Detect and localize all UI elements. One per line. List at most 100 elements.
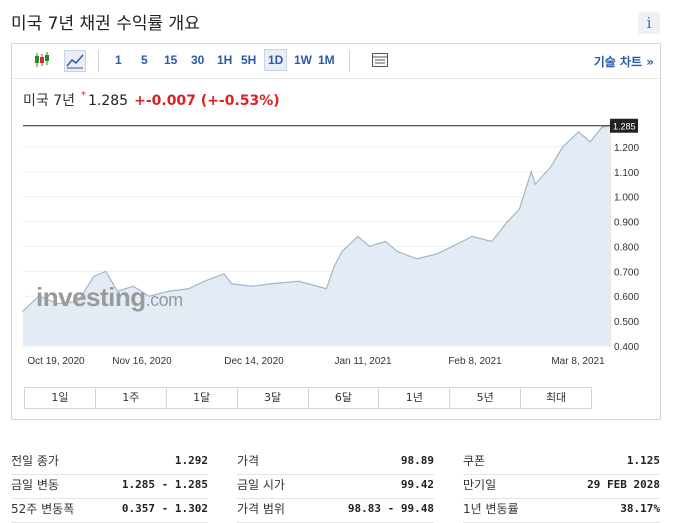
range-max[interactable]: 최대 — [521, 388, 591, 408]
data-point — [550, 166, 552, 168]
toolbar-divider — [98, 50, 99, 72]
stat-row: 금일 시가 99.42 — [237, 475, 434, 499]
stat-value: 99.42 — [400, 478, 434, 491]
star-icon: * — [81, 90, 86, 101]
stat-label: 쿠폰 — [463, 454, 486, 468]
technical-chart-link[interactable]: 기술 차트 » — [594, 53, 654, 70]
series-area — [23, 125, 610, 346]
data-point — [530, 171, 532, 173]
y-tick-label: 0.700 — [614, 267, 639, 278]
page-title: 미국 7년 채권 수익률 개요 — [11, 14, 200, 34]
data-point — [325, 288, 327, 290]
y-tick-label: 0.400 — [614, 342, 639, 353]
stats-column-1: 전일 종가 1.292 금일 변동 1.285 - 1.285 52주 변동폭 0.3… — [11, 451, 208, 523]
data-point — [187, 288, 190, 290]
data-point — [601, 126, 603, 128]
range-6-months[interactable]: 6달 — [309, 388, 380, 408]
y-tick-label: 1.000 — [614, 193, 639, 204]
last-price-label: 1.285 — [613, 122, 636, 132]
data-point — [231, 283, 233, 285]
x-tick-label: Oct 19, 2020 — [27, 356, 85, 367]
toolbar-divider — [349, 50, 350, 72]
x-tick-label: Nov 16, 2020 — [112, 356, 172, 367]
timeframe-5[interactable]: 5 — [141, 53, 148, 67]
y-tick-label: 1.100 — [614, 168, 639, 179]
stat-row: 만기일 29 FEB 2028 — [463, 475, 660, 499]
price-change: +-0.007 (+-0.53%) — [134, 93, 280, 109]
y-tick-label: 0.800 — [614, 242, 639, 253]
stat-value: 98.89 — [400, 454, 434, 467]
timeframe-1d[interactable]: 1D — [264, 49, 288, 71]
x-tick-label: Feb 8, 2021 — [448, 356, 502, 367]
timeframe-1w[interactable]: 1W — [294, 53, 312, 67]
stat-row: 가격 범위 98.83 - 99.48 — [237, 499, 434, 523]
stat-row: 쿠폰 1.125 — [463, 451, 660, 475]
stat-label: 금일 시가 — [237, 478, 285, 492]
data-point — [451, 245, 454, 248]
x-tick-label: Mar 8, 2021 — [551, 356, 605, 367]
data-point — [369, 245, 371, 248]
stat-value: 1.285 - 1.285 — [121, 478, 208, 491]
data-point — [577, 131, 580, 133]
timeframe-5h[interactable]: 5H — [241, 53, 256, 67]
data-point — [396, 250, 398, 253]
stat-label: 52주 변동폭 — [11, 502, 75, 516]
range-1-year[interactable]: 1년 — [379, 388, 451, 408]
data-point — [203, 280, 205, 282]
timeframe-1h[interactable]: 1H — [217, 53, 232, 67]
stat-row: 52주 변동폭 0.357 - 1.302 — [11, 499, 208, 523]
x-tick-label: Jan 11, 2021 — [334, 356, 392, 367]
data-point — [534, 183, 536, 185]
stats-column-3: 쿠폰 1.125 만기일 29 FEB 2028 1년 변동률 38.17% — [463, 451, 660, 523]
stat-value: 1.292 — [174, 454, 208, 467]
data-point — [270, 283, 272, 285]
timeframe-1[interactable]: 1 — [115, 53, 122, 67]
range-3-months[interactable]: 3달 — [238, 388, 309, 408]
stat-label: 가격 범위 — [237, 502, 285, 516]
stat-label: 금일 변동 — [11, 478, 59, 492]
y-tick-label: 1.200 — [614, 143, 639, 154]
quote-line: 미국 7년 * 1.285 +-0.007 (+-0.53%) — [23, 90, 280, 110]
data-point — [341, 250, 343, 253]
range-selector: 1일 1주 1달 3달 6달 1년 5년 최대 — [24, 387, 592, 409]
investing-logo: investing.com — [36, 282, 183, 312]
range-1-month[interactable]: 1달 — [167, 388, 238, 408]
stat-value: 98.83 - 99.48 — [347, 502, 434, 515]
y-tick-label: 0.900 — [614, 218, 639, 229]
stat-value: 0.357 - 1.302 — [121, 502, 208, 515]
data-point — [93, 275, 95, 277]
candlestick-icon[interactable] — [32, 50, 54, 72]
stat-row: 전일 종가 1.292 — [11, 451, 208, 475]
range-1-week[interactable]: 1주 — [96, 388, 167, 408]
price-chart: 0.400 0.500 0.600 0.700 0.800 0.900 1.000 1.100… — [22, 118, 639, 367]
data-point — [416, 258, 418, 260]
chart-toolbar: 1 5 15 30 1H 5H 1D 1W 1M 기술 차트 » — [12, 44, 660, 79]
area-chart-icon[interactable] — [64, 50, 86, 72]
stat-row: 가격 98.89 — [237, 451, 434, 475]
data-point — [491, 240, 493, 243]
y-tick-label: 0.500 — [614, 317, 639, 328]
table-icon[interactable] — [370, 50, 392, 72]
data-point — [518, 208, 520, 210]
stat-label: 1년 변동률 — [463, 502, 519, 516]
investing-logo-suffix: .com — [146, 290, 183, 310]
stat-label: 가격 — [237, 454, 260, 468]
timeframe-15[interactable]: 15 — [164, 53, 177, 67]
info-icon[interactable]: i — [638, 12, 660, 34]
range-1-day[interactable]: 1일 — [25, 388, 96, 408]
stat-row: 금일 변동 1.285 - 1.285 — [11, 475, 208, 499]
data-point — [562, 146, 564, 148]
range-5-years[interactable]: 5년 — [450, 388, 522, 408]
data-point — [333, 265, 335, 267]
chart-panel: 1 5 15 30 1H 5H 1D 1W 1M 기술 차트 » 미국 7년 * 1… — [11, 43, 661, 420]
timeframe-30[interactable]: 30 — [191, 53, 204, 67]
data-point — [506, 220, 509, 223]
y-tick-label: 0.600 — [614, 292, 639, 303]
data-point — [384, 240, 387, 243]
stat-value: 1.125 — [626, 454, 660, 467]
data-point — [357, 235, 359, 238]
timeframe-1m[interactable]: 1M — [318, 53, 335, 67]
stat-row: 1년 변동률 38.17% — [463, 499, 660, 523]
data-point — [105, 270, 107, 272]
data-point — [250, 285, 253, 287]
